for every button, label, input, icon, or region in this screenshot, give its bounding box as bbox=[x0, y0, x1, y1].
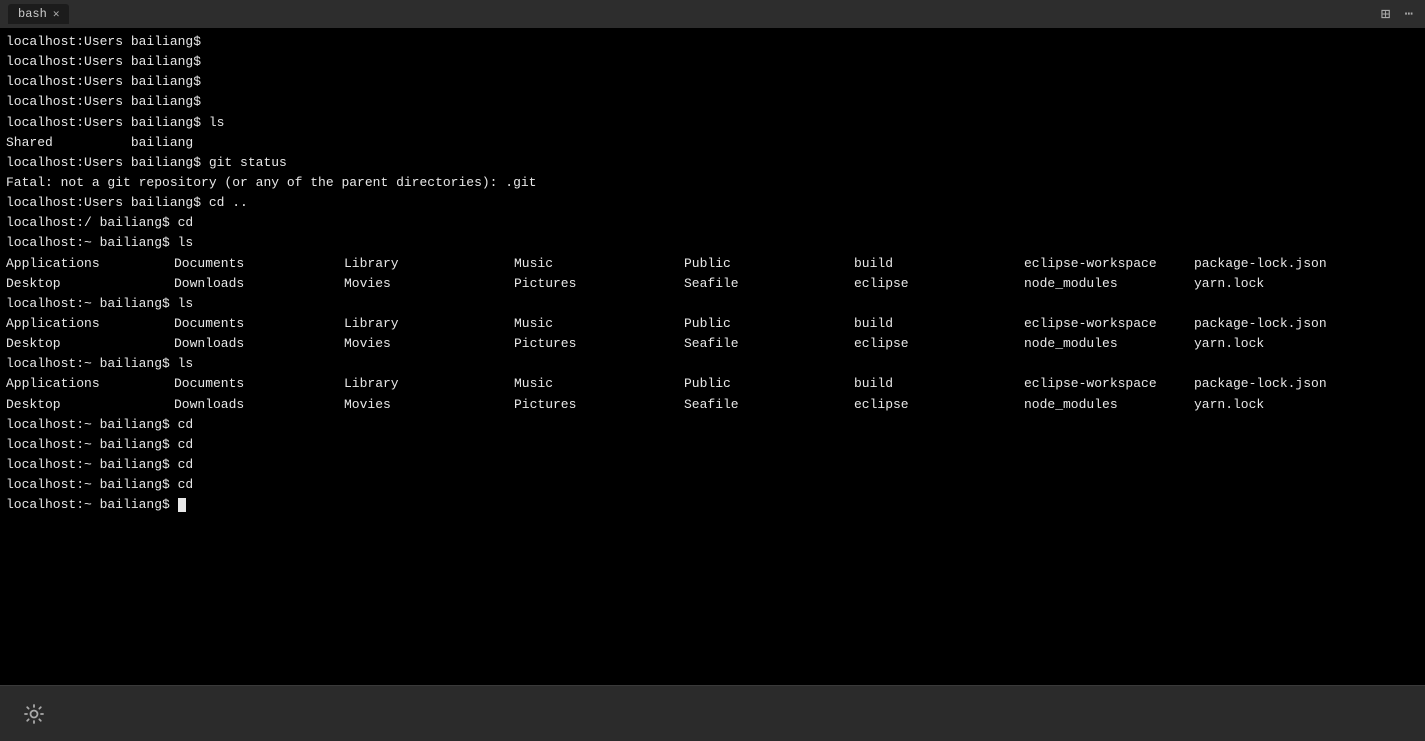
ls-output-3: Applications Documents Library Music Pub… bbox=[6, 374, 1419, 394]
terminal-tab[interactable]: bash ✕ bbox=[8, 4, 69, 24]
ls-item: Downloads bbox=[174, 395, 344, 415]
ls-item: build bbox=[854, 314, 1024, 334]
terminal-line: localhost:~ bailiang$ cd bbox=[6, 455, 1419, 475]
terminal-line: localhost:Users bailiang$ bbox=[6, 32, 1419, 52]
ls-item: Public bbox=[684, 314, 854, 334]
ls-item: Movies bbox=[344, 395, 514, 415]
ls-output-3b: Desktop Downloads Movies Pictures Seafil… bbox=[6, 395, 1419, 415]
split-pane-icon[interactable]: ⊞ bbox=[1377, 2, 1395, 26]
terminal-line: Fatal: not a git repository (or any of t… bbox=[6, 173, 1419, 193]
ls-item: Library bbox=[344, 254, 514, 274]
bottom-bar bbox=[0, 685, 1425, 741]
ls-item: Pictures bbox=[514, 395, 684, 415]
ls-item: eclipse bbox=[854, 274, 1024, 294]
terminal-content[interactable]: localhost:Users bailiang$ localhost:User… bbox=[0, 28, 1425, 685]
gear-icon bbox=[23, 703, 45, 725]
tab-close-icon[interactable]: ✕ bbox=[53, 7, 60, 21]
terminal-line: localhost:~ bailiang$ cd bbox=[6, 475, 1419, 495]
terminal-line: localhost:Users bailiang$ bbox=[6, 52, 1419, 72]
ls-item: Movies bbox=[344, 274, 514, 294]
terminal-line: localhost:Users bailiang$ ls bbox=[6, 113, 1419, 133]
tab-label: bash bbox=[18, 7, 47, 21]
ls-item: build bbox=[854, 254, 1024, 274]
ls-item: Downloads bbox=[174, 274, 344, 294]
terminal-line: localhost:~ bailiang$ cd bbox=[6, 435, 1419, 455]
ls-item: yarn.lock bbox=[1194, 395, 1364, 415]
ls-item: Music bbox=[514, 254, 684, 274]
terminal-line: localhost:Users bailiang$ bbox=[6, 72, 1419, 92]
ls-item: yarn.lock bbox=[1194, 334, 1364, 354]
ls-item: Desktop bbox=[6, 274, 174, 294]
terminal-line: localhost:~ bailiang$ cd bbox=[6, 415, 1419, 435]
ls-item: Public bbox=[684, 374, 854, 394]
ls-item: Downloads bbox=[174, 334, 344, 354]
ls-item: Documents bbox=[174, 374, 344, 394]
ls-output-2b: Desktop Downloads Movies Pictures Seafil… bbox=[6, 334, 1419, 354]
ls-item: Library bbox=[344, 314, 514, 334]
ls-item: Applications bbox=[6, 254, 174, 274]
ls-item: Music bbox=[514, 374, 684, 394]
ls-output-1b: Desktop Downloads Movies Pictures Seafil… bbox=[6, 274, 1419, 294]
settings-button[interactable] bbox=[16, 696, 52, 732]
ls-item: Seafile bbox=[684, 334, 854, 354]
ls-item: eclipse bbox=[854, 334, 1024, 354]
ls-item: package-lock.json bbox=[1194, 254, 1364, 274]
title-bar-right: ⊞ ⋯ bbox=[1377, 2, 1417, 26]
terminal-line: localhost:Users bailiang$ bbox=[6, 92, 1419, 112]
terminal-prompt-final[interactable]: localhost:~ bailiang$ bbox=[6, 495, 1419, 515]
ls-item: Seafile bbox=[684, 395, 854, 415]
ls-item: package-lock.json bbox=[1194, 314, 1364, 334]
terminal-line: localhost:~ bailiang$ ls bbox=[6, 294, 1419, 314]
ls-item: eclipse-workspace bbox=[1024, 374, 1194, 394]
terminal-line: localhost:~ bailiang$ ls bbox=[6, 233, 1419, 253]
ls-item: yarn.lock bbox=[1194, 274, 1364, 294]
ls-item: Desktop bbox=[6, 334, 174, 354]
ls-item: Applications bbox=[6, 314, 174, 334]
ls-item: node_modules bbox=[1024, 395, 1194, 415]
ls-item: package-lock.json bbox=[1194, 374, 1364, 394]
ls-item: Public bbox=[684, 254, 854, 274]
ls-item: Pictures bbox=[514, 334, 684, 354]
terminal-window: bash ✕ ⊞ ⋯ localhost:Users bailiang$ loc… bbox=[0, 0, 1425, 741]
ls-item: node_modules bbox=[1024, 334, 1194, 354]
ls-output-1: Applications Documents Library Music Pub… bbox=[6, 254, 1419, 274]
ls-item: Desktop bbox=[6, 395, 174, 415]
ellipsis-icon[interactable]: ⋯ bbox=[1401, 4, 1417, 25]
title-bar: bash ✕ ⊞ ⋯ bbox=[0, 0, 1425, 28]
ls-item: eclipse bbox=[854, 395, 1024, 415]
terminal-line: localhost:Users bailiang$ cd .. bbox=[6, 193, 1419, 213]
ls-item: Movies bbox=[344, 334, 514, 354]
ls-item: Documents bbox=[174, 254, 344, 274]
ls-item: Pictures bbox=[514, 274, 684, 294]
ls-item: build bbox=[854, 374, 1024, 394]
cursor bbox=[178, 498, 186, 512]
ls-item: node_modules bbox=[1024, 274, 1194, 294]
title-bar-left: bash ✕ bbox=[8, 4, 69, 24]
ls-output-2: Applications Documents Library Music Pub… bbox=[6, 314, 1419, 334]
ls-item: Applications bbox=[6, 374, 174, 394]
ls-item: Music bbox=[514, 314, 684, 334]
terminal-line: localhost:Users bailiang$ git status bbox=[6, 153, 1419, 173]
ls-item: eclipse-workspace bbox=[1024, 314, 1194, 334]
terminal-line: localhost:~ bailiang$ ls bbox=[6, 354, 1419, 374]
ls-item: Documents bbox=[174, 314, 344, 334]
terminal-line: Shared bailiang bbox=[6, 133, 1419, 153]
terminal-line: localhost:/ bailiang$ cd bbox=[6, 213, 1419, 233]
ls-item: eclipse-workspace bbox=[1024, 254, 1194, 274]
ls-item: Library bbox=[344, 374, 514, 394]
ls-item: Seafile bbox=[684, 274, 854, 294]
